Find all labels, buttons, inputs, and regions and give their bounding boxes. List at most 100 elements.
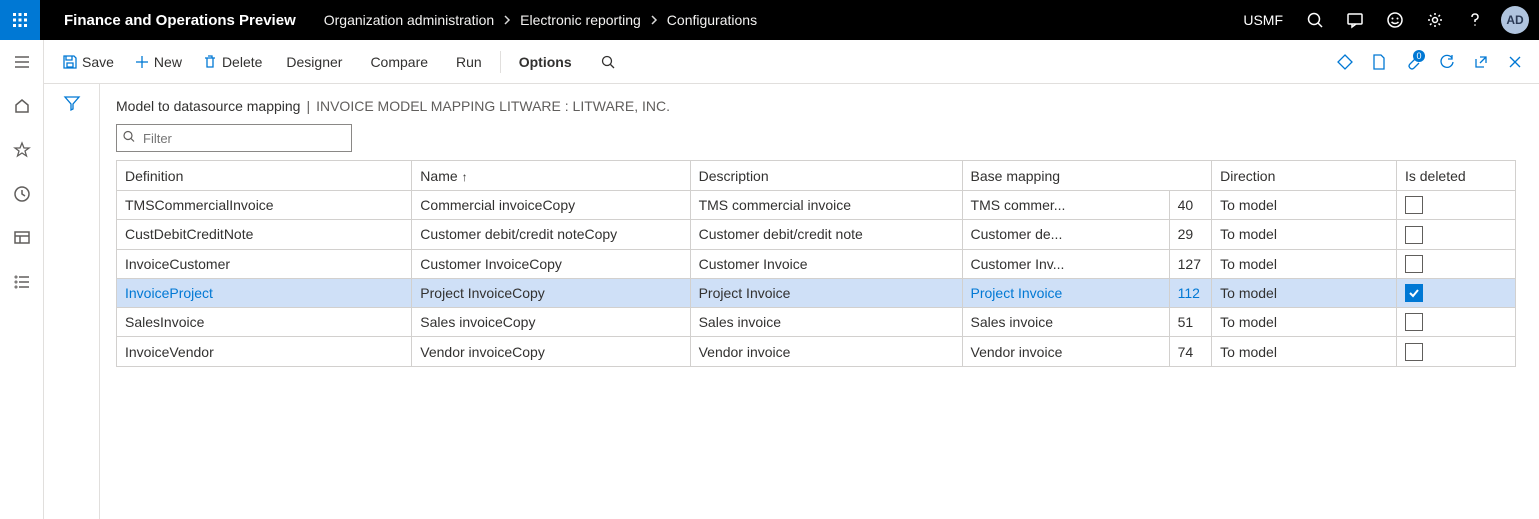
col-description[interactable]: Description xyxy=(690,161,962,191)
search-icon xyxy=(1306,11,1324,29)
is-deleted-cell[interactable] xyxy=(1396,337,1515,366)
nav-favorites-button[interactable] xyxy=(0,134,44,166)
cell[interactable]: Customer InvoiceCopy xyxy=(412,249,690,278)
cell[interactable]: 112 xyxy=(1169,278,1212,307)
breadcrumb-item[interactable]: Electronic reporting xyxy=(520,12,641,28)
cell[interactable]: SalesInvoice xyxy=(117,308,412,337)
help-button[interactable] xyxy=(1457,0,1493,40)
cell[interactable]: 51 xyxy=(1169,308,1212,337)
nav-home-button[interactable] xyxy=(0,90,44,122)
is-deleted-cell[interactable] xyxy=(1396,191,1515,220)
filter-pane-toggle[interactable] xyxy=(44,84,100,519)
cell[interactable]: TMS commer... xyxy=(962,191,1169,220)
cell[interactable]: TMSCommercialInvoice xyxy=(117,191,412,220)
is-deleted-cell[interactable] xyxy=(1396,308,1515,337)
personalize-button[interactable] xyxy=(1331,48,1359,76)
action-bar-right: 0 xyxy=(1331,48,1529,76)
cell[interactable]: Customer debit/credit noteCopy xyxy=(412,220,690,249)
checkbox[interactable] xyxy=(1405,313,1423,331)
cell[interactable]: To model xyxy=(1212,191,1397,220)
is-deleted-cell[interactable] xyxy=(1396,278,1515,307)
nav-rail xyxy=(0,40,44,519)
user-avatar[interactable]: AD xyxy=(1501,6,1529,34)
checkbox[interactable] xyxy=(1405,196,1423,214)
workspace-icon xyxy=(13,229,31,247)
cell[interactable]: Vendor invoice xyxy=(962,337,1169,366)
cell[interactable]: Sales invoice xyxy=(690,308,962,337)
breadcrumb-item[interactable]: Configurations xyxy=(667,12,757,28)
breadcrumb-item[interactable]: Organization administration xyxy=(324,12,494,28)
search-button[interactable] xyxy=(1297,0,1333,40)
cell[interactable]: To model xyxy=(1212,337,1397,366)
quick-filter-input[interactable] xyxy=(116,124,352,152)
checkbox[interactable] xyxy=(1405,226,1423,244)
options-button[interactable]: Options xyxy=(507,50,584,74)
cell[interactable]: Project InvoiceCopy xyxy=(412,278,690,307)
col-direction[interactable]: Direction xyxy=(1212,161,1397,191)
cell[interactable]: Vendor invoice xyxy=(690,337,962,366)
nav-workspaces-button[interactable] xyxy=(0,222,44,254)
app-launcher-button[interactable] xyxy=(0,0,40,40)
cell[interactable]: To model xyxy=(1212,220,1397,249)
cell[interactable]: 29 xyxy=(1169,220,1212,249)
cell[interactable]: 40 xyxy=(1169,191,1212,220)
diamond-icon xyxy=(1336,53,1354,71)
is-deleted-cell[interactable] xyxy=(1396,220,1515,249)
cell[interactable]: To model xyxy=(1212,308,1397,337)
attachments-button[interactable]: 0 xyxy=(1399,48,1427,76)
new-button[interactable]: New xyxy=(126,50,190,74)
new-label: New xyxy=(154,54,182,70)
feedback-button[interactable] xyxy=(1377,0,1413,40)
page-options-button[interactable] xyxy=(1365,48,1393,76)
col-base-mapping[interactable]: Base mapping xyxy=(962,161,1212,191)
messages-button[interactable] xyxy=(1337,0,1373,40)
cell[interactable]: Customer de... xyxy=(962,220,1169,249)
cell[interactable]: Customer Invoice xyxy=(690,249,962,278)
company-picker[interactable]: USMF xyxy=(1233,12,1293,28)
cell[interactable]: InvoiceVendor xyxy=(117,337,412,366)
compare-button[interactable]: Compare xyxy=(358,50,440,74)
nav-modules-button[interactable] xyxy=(0,266,44,298)
cell[interactable]: Sales invoiceCopy xyxy=(412,308,690,337)
table-row[interactable]: CustDebitCreditNoteCustomer debit/credit… xyxy=(117,220,1516,249)
cell[interactable]: Customer Inv... xyxy=(962,249,1169,278)
table-row[interactable]: InvoiceProjectProject InvoiceCopyProject… xyxy=(117,278,1516,307)
table-row[interactable]: InvoiceVendorVendor invoiceCopyVendor in… xyxy=(117,337,1516,366)
find-button[interactable] xyxy=(592,50,624,74)
cell[interactable]: CustDebitCreditNote xyxy=(117,220,412,249)
checkbox[interactable] xyxy=(1405,343,1423,361)
cell[interactable]: To model xyxy=(1212,278,1397,307)
save-button[interactable]: Save xyxy=(54,50,122,74)
cell[interactable]: InvoiceProject xyxy=(117,278,412,307)
table-row[interactable]: SalesInvoiceSales invoiceCopySales invoi… xyxy=(117,308,1516,337)
nav-expand-button[interactable] xyxy=(0,46,44,78)
col-is-deleted[interactable]: Is deleted xyxy=(1396,161,1515,191)
table-row[interactable]: TMSCommercialInvoiceCommercial invoiceCo… xyxy=(117,191,1516,220)
cell[interactable]: 74 xyxy=(1169,337,1212,366)
gear-icon xyxy=(1426,11,1444,29)
cell[interactable]: Vendor invoiceCopy xyxy=(412,337,690,366)
cell[interactable]: Customer debit/credit note xyxy=(690,220,962,249)
checkbox[interactable] xyxy=(1405,255,1423,273)
checkbox[interactable] xyxy=(1405,284,1423,302)
nav-recent-button[interactable] xyxy=(0,178,44,210)
cell[interactable]: 127 xyxy=(1169,249,1212,278)
col-name[interactable]: Name↑ xyxy=(412,161,690,191)
cell[interactable]: Project Invoice xyxy=(690,278,962,307)
refresh-button[interactable] xyxy=(1433,48,1461,76)
table-row[interactable]: InvoiceCustomerCustomer InvoiceCopyCusto… xyxy=(117,249,1516,278)
cell[interactable]: To model xyxy=(1212,249,1397,278)
settings-button[interactable] xyxy=(1417,0,1453,40)
close-button[interactable] xyxy=(1501,48,1529,76)
col-definition[interactable]: Definition xyxy=(117,161,412,191)
cell[interactable]: TMS commercial invoice xyxy=(690,191,962,220)
cell[interactable]: InvoiceCustomer xyxy=(117,249,412,278)
designer-button[interactable]: Designer xyxy=(274,50,354,74)
cell[interactable]: Sales invoice xyxy=(962,308,1169,337)
run-button[interactable]: Run xyxy=(444,50,494,74)
popout-button[interactable] xyxy=(1467,48,1495,76)
is-deleted-cell[interactable] xyxy=(1396,249,1515,278)
cell[interactable]: Project Invoice xyxy=(962,278,1169,307)
delete-button[interactable]: Delete xyxy=(194,50,270,74)
cell[interactable]: Commercial invoiceCopy xyxy=(412,191,690,220)
